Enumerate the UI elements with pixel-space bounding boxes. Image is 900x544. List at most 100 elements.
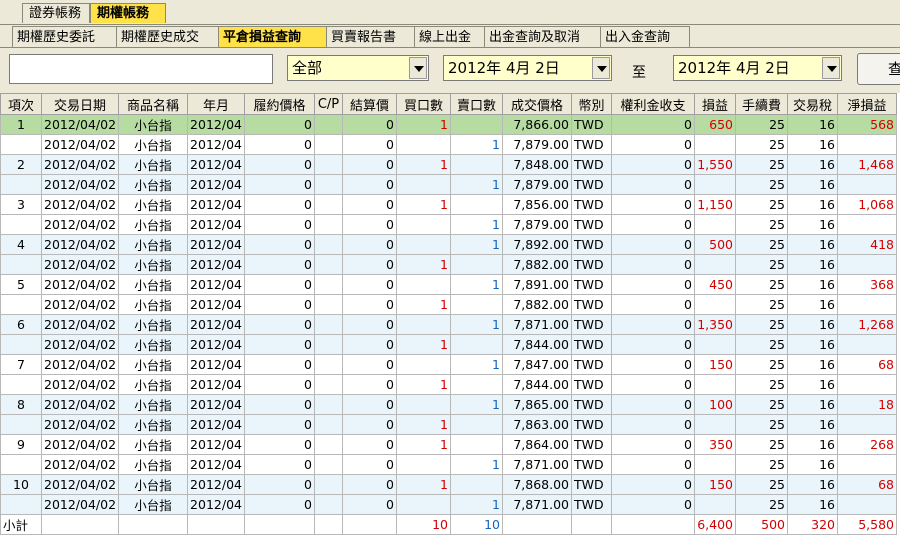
col-premium-header[interactable]: 權利金收支	[610, 93, 695, 115]
cell-date: 2012/04/02	[40, 274, 120, 295]
cell-product: 小台指	[118, 234, 189, 255]
cell-tax: 16	[786, 214, 838, 235]
cell-buy	[395, 174, 451, 195]
cell-net: 1,068	[836, 194, 897, 215]
cell-tax: 16	[786, 174, 838, 195]
table-row[interactable]: 2 2012/04/02 小台指 2012/04 0 0 1 7,848.00 TWD 0 1,55…	[0, 154, 897, 175]
cell-cp	[313, 254, 343, 275]
cell-pl: 350	[693, 434, 736, 455]
to-date-picker[interactable]: 2012年 4月 2日	[673, 55, 842, 81]
col-item-header[interactable]: 項次	[0, 93, 42, 115]
cell-net: 18	[836, 394, 897, 415]
cell-date: 2012/04/02	[40, 234, 120, 255]
table-row[interactable]: 3 2012/04/02 小台指 2012/04 0 0 1 7,856.00 TWD 0 1,15…	[0, 194, 897, 215]
table-row[interactable]: 2012/04/02 小台指 2012/04 0 0 1 7,879.00 TWD 0 25 16	[0, 174, 897, 195]
tab-history-orders[interactable]: 期權歷史委託	[12, 26, 116, 47]
query-button[interactable]: 查	[857, 53, 900, 85]
cell-buy	[395, 274, 451, 295]
cell-net	[836, 294, 897, 315]
cell-cur: TWD	[570, 374, 612, 395]
cell-cur: TWD	[570, 154, 612, 175]
table-row[interactable]: 2012/04/02 小台指 2012/04 0 0 1 7,882.00 TWD 0 25 16	[0, 294, 897, 315]
table-row[interactable]: 7 2012/04/02 小台指 2012/04 0 0 1 7,847.00 TWD 0 150 2…	[0, 354, 897, 375]
chevron-down-icon[interactable]	[409, 57, 427, 79]
tab-securities-account[interactable]: 證券帳務	[22, 3, 90, 23]
tab-trade-report[interactable]: 買賣報告書	[326, 26, 414, 47]
tab-futures-options-account[interactable]: 期權帳務	[90, 3, 166, 23]
cell-fee: 25	[734, 194, 788, 215]
cell-item	[0, 214, 42, 235]
table-row[interactable]: 2012/04/02 小台指 2012/04 0 0 1 7,863.00 TWD 0 25 16	[0, 414, 897, 435]
table-row[interactable]: 2012/04/02 小台指 2012/04 0 0 1 7,844.00 TWD 0 25 16	[0, 374, 897, 395]
col-cp-header[interactable]: C/P	[313, 93, 343, 115]
cell-item: 4	[0, 234, 42, 255]
cell-sell	[449, 114, 503, 135]
category-select[interactable]: 全部	[287, 55, 429, 81]
cell-product: 小台指	[118, 474, 189, 495]
cell-date: 2012/04/02	[40, 254, 120, 275]
cell-fee: 25	[734, 294, 788, 315]
cell-cp	[313, 194, 343, 215]
tab-online-withdrawal[interactable]: 線上出金	[414, 26, 484, 47]
col-price-header[interactable]: 成交價格	[501, 93, 572, 115]
table-row[interactable]: 5 2012/04/02 小台指 2012/04 0 0 1 7,891.00 TWD 0 450 2…	[0, 274, 897, 295]
cell-ym: 2012/04	[187, 194, 245, 215]
cell-ym: 2012/04	[187, 154, 245, 175]
cell-cur: TWD	[570, 174, 612, 195]
tab-deposit-withdrawal-query[interactable]: 出入金查詢	[600, 26, 690, 47]
from-date-value: 2012年 4月 2日	[448, 59, 560, 77]
col-product-header[interactable]: 商品名稱	[118, 93, 189, 115]
cell-net	[836, 174, 897, 195]
col-sell-qty-header[interactable]: 賣口數	[449, 93, 503, 115]
tab-withdrawal-query-cancel[interactable]: 出金查詢及取消	[484, 26, 600, 47]
cell-sell: 1	[449, 394, 503, 415]
col-net-pl-header[interactable]: 淨損益	[836, 93, 897, 115]
cell-premium: 0	[610, 474, 695, 495]
table-row[interactable]: 8 2012/04/02 小台指 2012/04 0 0 1 7,865.00 TWD 0 100 2…	[0, 394, 897, 415]
col-trade-date-header[interactable]: 交易日期	[40, 93, 120, 115]
cell-cur: TWD	[570, 334, 612, 355]
cell-settle: 0	[341, 234, 397, 255]
col-currency-header[interactable]: 幣別	[570, 93, 612, 115]
cell-product: 小台指	[118, 294, 189, 315]
cell-cp	[313, 474, 343, 495]
table-row[interactable]: 2012/04/02 小台指 2012/04 0 0 1 7,871.00 TWD 0 25 16	[0, 454, 897, 475]
table-row[interactable]: 2012/04/02 小台指 2012/04 0 0 1 7,879.00 TWD 0 25 16	[0, 214, 897, 235]
col-settle-header[interactable]: 結算價	[341, 93, 397, 115]
chevron-down-icon[interactable]	[592, 57, 610, 79]
table-row[interactable]: 6 2012/04/02 小台指 2012/04 0 0 1 7,871.00 TWD 0 1,35…	[0, 314, 897, 335]
col-buy-qty-header[interactable]: 買口數	[395, 93, 451, 115]
tab-closed-position-pl[interactable]: 平倉損益查詢	[218, 26, 326, 47]
table-row[interactable]: 2012/04/02 小台指 2012/04 0 0 1 7,871.00 TWD 0 25 16	[0, 494, 897, 515]
col-strike-header[interactable]: 履約價格	[243, 93, 315, 115]
table-row[interactable]: 1 2012/04/02 小台指 2012/04 0 0 1 7,866.00 TWD 0 650 2…	[0, 114, 897, 135]
table-row[interactable]: 4 2012/04/02 小台指 2012/04 0 0 1 7,892.00 TWD 0 500 2…	[0, 234, 897, 255]
table-row[interactable]: 2012/04/02 小台指 2012/04 0 0 1 7,844.00 TWD 0 25 16	[0, 334, 897, 355]
cell-sell	[449, 374, 503, 395]
cell-net	[836, 214, 897, 235]
closed-position-grid[interactable]: 項次 交易日期 商品名稱 年月 履約價格 C/P 結算價 買口數 賣口數 成交價格 幣別 權利金收支損…	[0, 93, 900, 544]
cell-price: 7,871.00	[501, 494, 572, 515]
col-year-month-header[interactable]: 年月	[187, 93, 245, 115]
cell-price: 7,865.00	[501, 394, 572, 415]
col-pl-header[interactable]: 損益	[693, 93, 736, 115]
tab-history-trades[interactable]: 期權歷史成交	[116, 26, 218, 47]
col-fee-header[interactable]: 手續費	[734, 93, 788, 115]
table-row[interactable]: 9 2012/04/02 小台指 2012/04 0 0 1 7,864.00 TWD 0 350 2…	[0, 434, 897, 455]
from-date-picker[interactable]: 2012年 4月 2日	[443, 55, 612, 81]
table-row[interactable]: 2012/04/02 小台指 2012/04 0 0 1 7,879.00 TWD 0 25 16	[0, 134, 897, 155]
table-row[interactable]: 2012/04/02 小台指 2012/04 0 0 1 7,882.00 TWD 0 25 16	[0, 254, 897, 275]
cell-price: 7,882.00	[501, 294, 572, 315]
account-textbox[interactable]	[9, 54, 273, 84]
cell-strike: 0	[243, 274, 315, 295]
cell-premium: 0	[610, 114, 695, 135]
cell-buy: 1	[395, 294, 451, 315]
cell-pl	[693, 254, 736, 275]
cell-ym: 2012/04	[187, 434, 245, 455]
cell-tax: 16	[786, 494, 838, 515]
table-row[interactable]: 10 2012/04/02 小台指 2012/04 0 0 1 7,868.00 TWD 0 150…	[0, 474, 897, 495]
cell-pl	[693, 494, 736, 515]
chevron-down-icon[interactable]	[822, 57, 840, 79]
col-tax-header[interactable]: 交易稅	[786, 93, 838, 115]
cell-item	[0, 374, 42, 395]
